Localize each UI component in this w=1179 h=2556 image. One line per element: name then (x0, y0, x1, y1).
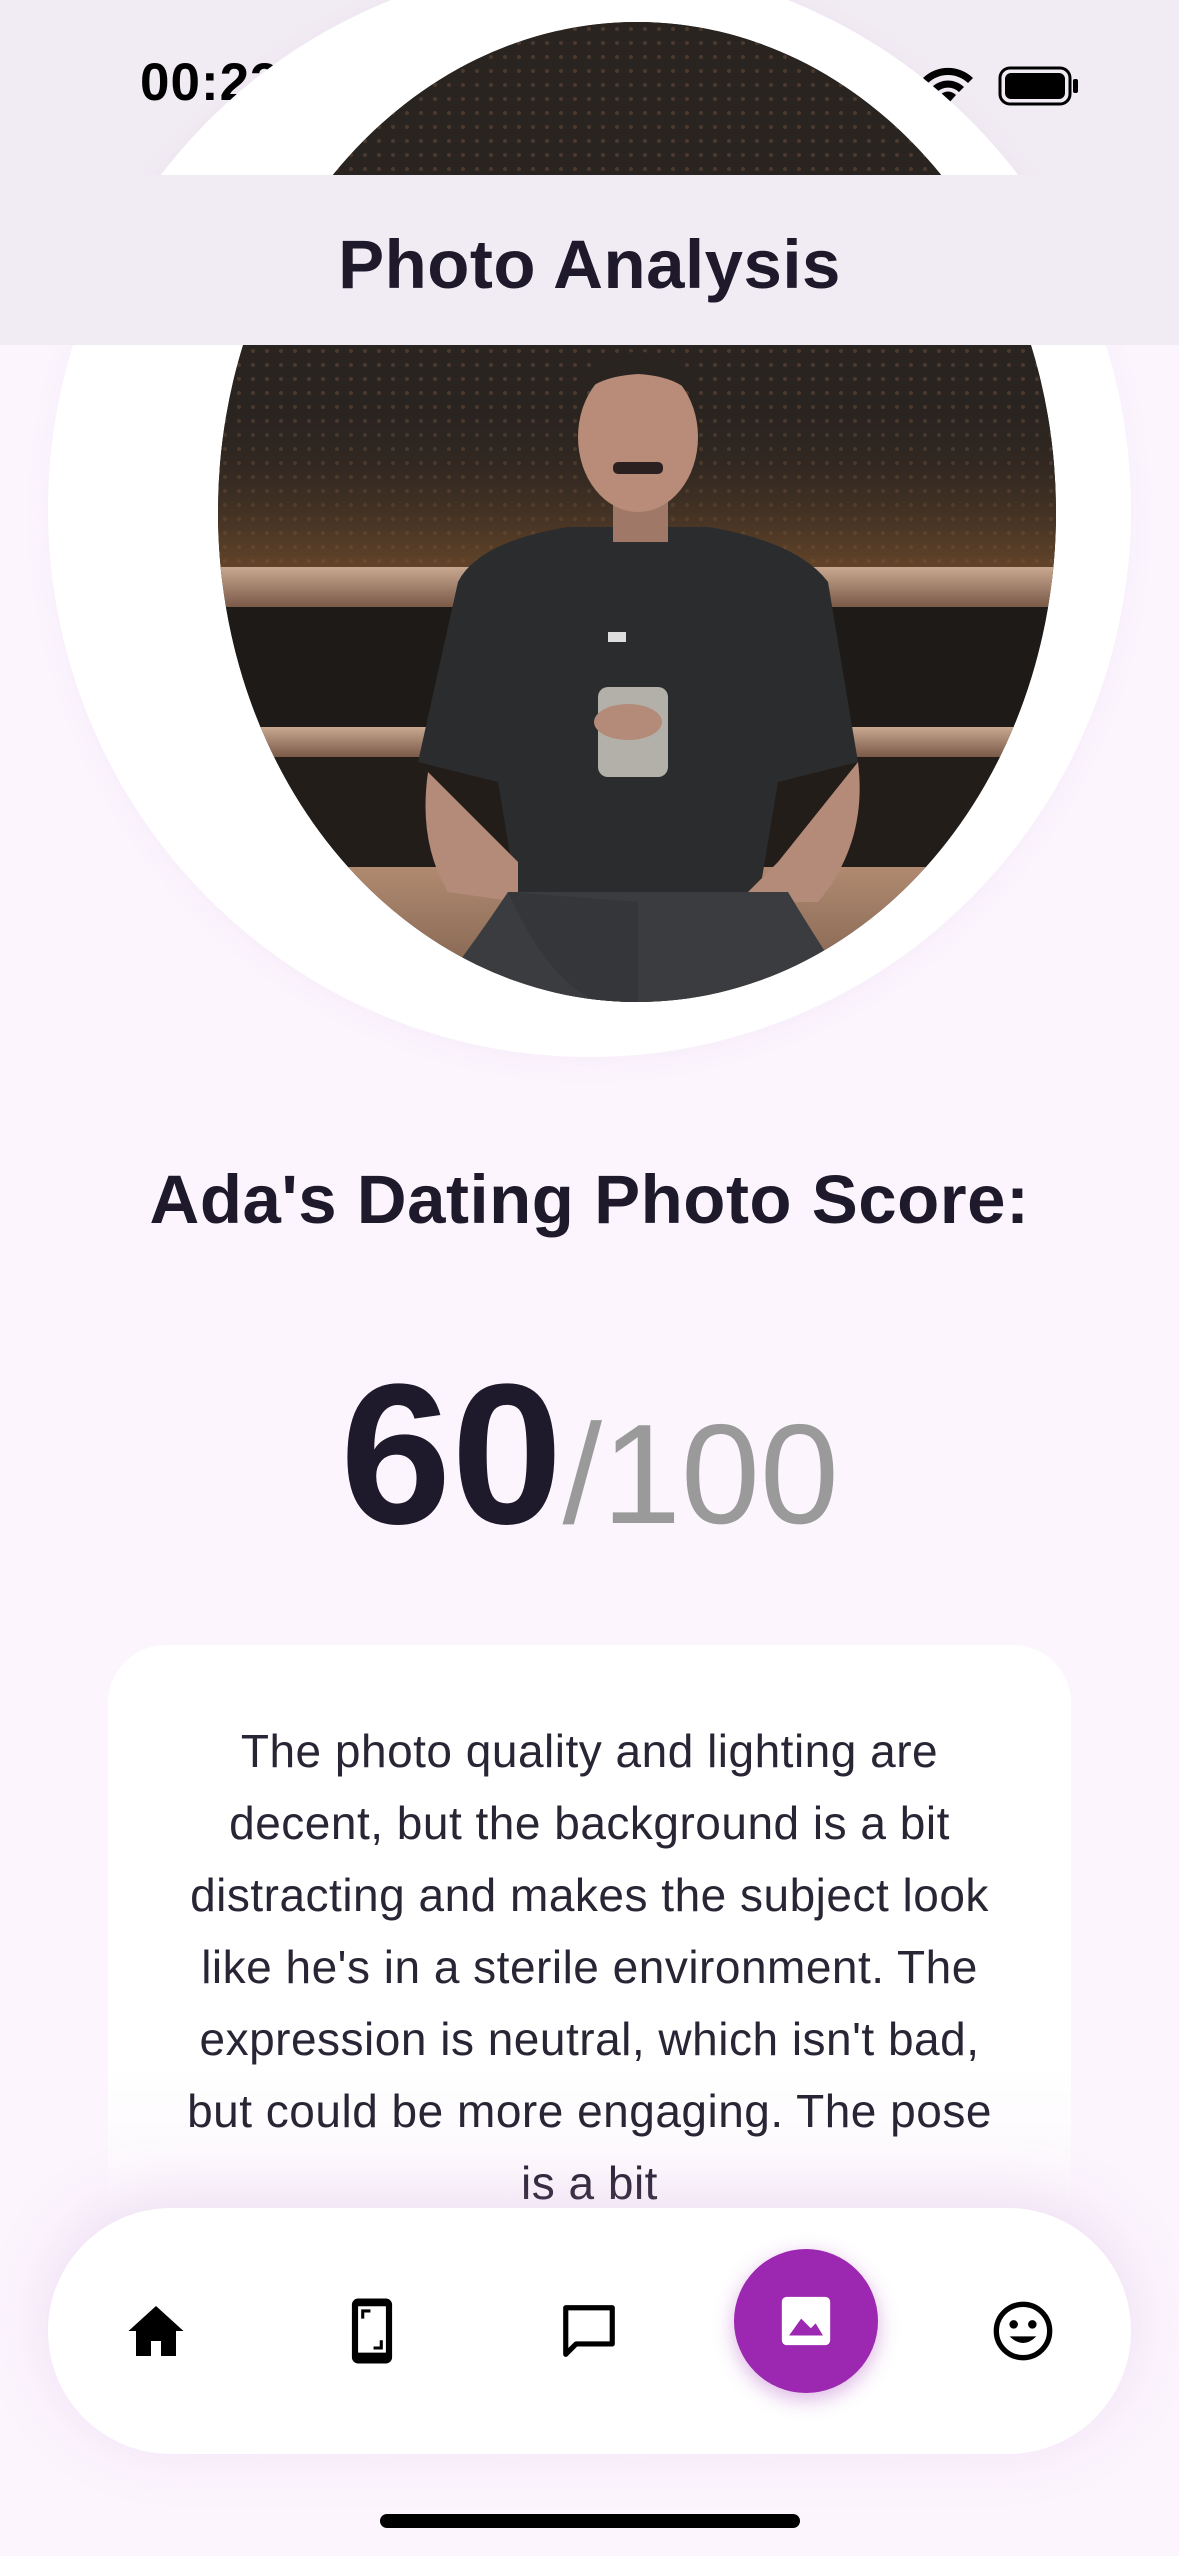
analyzed-photo (218, 22, 1056, 1002)
app-bar: Photo Analysis (0, 175, 1179, 345)
battery-icon (998, 66, 1078, 106)
photo-image (218, 22, 1056, 1002)
nav-profile-button[interactable] (973, 2281, 1073, 2381)
smiley-face-icon (993, 2301, 1053, 2361)
feedback-card[interactable]: The photo quality and lighting are decen… (108, 1645, 1071, 2245)
photo-frame (48, 0, 1131, 1057)
nav-home-button[interactable] (106, 2281, 206, 2381)
score-total: /100 (562, 1395, 839, 1554)
chat-bubble-icon (563, 2305, 615, 2357)
score-display: 60/100 (0, 1340, 1179, 1570)
nav-photo-button[interactable] (734, 2249, 878, 2393)
page-title: Photo Analysis (338, 226, 841, 303)
photo-icon (781, 2296, 831, 2346)
phone-screen-icon (351, 2298, 393, 2364)
home-icon (128, 2306, 184, 2356)
nav-chat-button[interactable] (539, 2281, 639, 2381)
home-indicator[interactable] (380, 2514, 800, 2528)
score-heading: Ada's Dating Photo Score: (149, 1161, 1030, 1238)
nav-screens-button[interactable] (322, 2281, 422, 2381)
feedback-text: The photo quality and lighting are decen… (187, 1725, 992, 2209)
bottom-navigation (48, 2208, 1131, 2454)
score-value: 60 (340, 1343, 563, 1566)
